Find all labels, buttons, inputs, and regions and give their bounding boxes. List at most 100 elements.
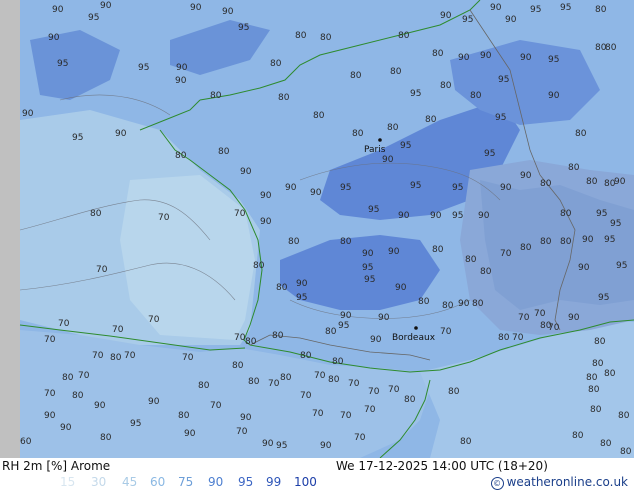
- svg-text:90: 90: [440, 11, 452, 21]
- svg-text:95: 95: [452, 211, 463, 221]
- svg-text:80: 80: [288, 237, 300, 247]
- svg-text:90: 90: [548, 91, 560, 101]
- svg-text:80: 80: [592, 359, 604, 369]
- svg-text:70: 70: [44, 335, 56, 345]
- legend-item: 30: [91, 475, 107, 489]
- svg-text:95: 95: [276, 441, 287, 451]
- svg-text:95: 95: [495, 113, 506, 123]
- city-label-bordeaux: Bordeaux: [392, 333, 436, 343]
- svg-text:80: 80: [440, 81, 452, 91]
- svg-text:80: 80: [442, 301, 454, 311]
- svg-text:80: 80: [320, 33, 332, 43]
- svg-text:70: 70: [182, 353, 194, 363]
- svg-text:95: 95: [296, 293, 307, 303]
- svg-text:95: 95: [238, 23, 249, 33]
- svg-text:80: 80: [340, 237, 352, 247]
- svg-text:80: 80: [470, 91, 482, 101]
- svg-text:95: 95: [596, 209, 607, 219]
- svg-text:90: 90: [222, 7, 234, 17]
- svg-text:80: 80: [480, 267, 492, 277]
- svg-text:80: 80: [520, 243, 532, 253]
- svg-text:95: 95: [338, 321, 349, 331]
- map-canvas: 909590 90 9095 9095 95 909080 9095 90 80 808…: [0, 0, 634, 458]
- svg-text:70: 70: [440, 327, 452, 337]
- svg-text:90: 90: [382, 155, 394, 165]
- legend-item: 100: [294, 475, 317, 489]
- svg-text:95: 95: [462, 15, 473, 25]
- svg-text:80: 80: [245, 337, 257, 347]
- svg-text:70: 70: [534, 309, 546, 319]
- svg-text:90: 90: [240, 167, 252, 177]
- svg-text:60: 60: [20, 437, 32, 447]
- svg-text:80: 80: [218, 147, 230, 157]
- svg-text:90: 90: [60, 423, 72, 433]
- svg-text:95: 95: [362, 263, 373, 273]
- svg-text:90: 90: [480, 51, 492, 61]
- svg-text:80: 80: [175, 151, 187, 161]
- svg-text:90: 90: [48, 33, 60, 43]
- legend-item: 45: [122, 475, 138, 489]
- copyright[interactable]: © weatheronline.co.uk: [490, 474, 628, 490]
- svg-text:80: 80: [90, 209, 102, 219]
- svg-text:80: 80: [325, 327, 337, 337]
- svg-text:80: 80: [620, 447, 632, 457]
- svg-text:70: 70: [340, 411, 352, 421]
- svg-text:70: 70: [112, 325, 124, 335]
- svg-text:95: 95: [610, 219, 621, 229]
- svg-text:80: 80: [594, 337, 606, 347]
- svg-text:95: 95: [452, 183, 463, 193]
- svg-text:90: 90: [490, 3, 502, 13]
- svg-text:70: 70: [148, 315, 160, 325]
- svg-text:90: 90: [260, 217, 272, 227]
- svg-text:80: 80: [540, 237, 552, 247]
- svg-text:80: 80: [248, 377, 260, 387]
- legend-item: 15: [60, 475, 76, 489]
- svg-text:95: 95: [130, 419, 141, 429]
- svg-text:95: 95: [410, 89, 421, 99]
- svg-text:80: 80: [328, 375, 340, 385]
- svg-text:90: 90: [500, 183, 512, 193]
- svg-text:90: 90: [614, 177, 626, 187]
- copyright-text: weatheronline.co.uk: [506, 475, 628, 489]
- svg-text:90: 90: [100, 1, 112, 11]
- svg-text:70: 70: [234, 333, 246, 343]
- svg-text:80: 80: [198, 381, 210, 391]
- svg-text:90: 90: [296, 279, 308, 289]
- svg-text:90: 90: [378, 313, 390, 323]
- svg-text:90: 90: [320, 441, 332, 451]
- svg-text:90: 90: [568, 313, 580, 323]
- svg-text:70: 70: [44, 389, 56, 399]
- svg-text:90: 90: [430, 211, 442, 221]
- svg-text:80: 80: [332, 357, 344, 367]
- svg-text:70: 70: [58, 319, 70, 329]
- svg-text:70: 70: [124, 351, 136, 361]
- svg-text:80: 80: [272, 331, 284, 341]
- svg-text:90: 90: [388, 247, 400, 257]
- svg-text:80: 80: [572, 431, 584, 441]
- svg-text:90: 90: [260, 191, 272, 201]
- svg-text:80: 80: [110, 353, 122, 363]
- svg-text:80: 80: [425, 115, 437, 125]
- legend-item: 90: [208, 475, 224, 489]
- svg-text:80: 80: [278, 93, 290, 103]
- svg-text:90: 90: [520, 171, 532, 181]
- svg-text:70: 70: [354, 433, 366, 443]
- svg-text:80: 80: [178, 411, 190, 421]
- legend-item: 99: [266, 475, 282, 489]
- svg-text:70: 70: [96, 265, 108, 275]
- svg-text:70: 70: [312, 409, 324, 419]
- svg-text:80: 80: [432, 49, 444, 59]
- svg-text:90: 90: [176, 63, 188, 73]
- city-marker: [378, 138, 382, 142]
- valid-time: We 17-12-2025 14:00 UTC (18+20): [336, 459, 548, 473]
- svg-text:80: 80: [600, 439, 612, 449]
- svg-text:80: 80: [588, 385, 600, 395]
- svg-text:70: 70: [500, 249, 512, 259]
- svg-text:80: 80: [460, 437, 472, 447]
- map-footer: RH 2m [%] Arome We 17-12-2025 14:00 UTC …: [0, 458, 634, 490]
- svg-text:80: 80: [618, 411, 630, 421]
- svg-text:80: 80: [560, 209, 572, 219]
- svg-text:80: 80: [276, 283, 288, 293]
- svg-text:80: 80: [498, 333, 510, 343]
- svg-text:90: 90: [478, 211, 490, 221]
